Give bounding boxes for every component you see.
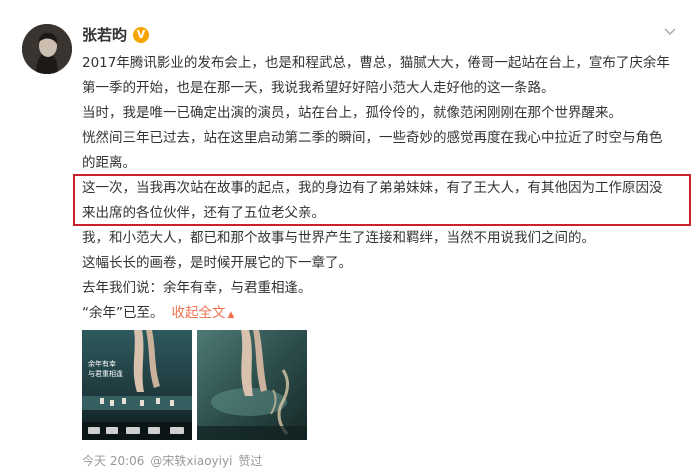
liker-link[interactable]: @宋轶xiaoyiyi (150, 452, 232, 469)
collapse-link-label[interactable]: 收起全文 (172, 305, 226, 321)
paragraph-3: 恍然间三年已过去，站在这里启动第二季的瞬间，一些奇妙的感觉再度在我心中拉近了时空… (82, 130, 663, 171)
last-line: “余年”已至。 (82, 305, 164, 321)
post-footer: 今天 20:06 @宋轶xiaoyiyi 赞过 (82, 452, 262, 469)
author-name[interactable]: 张若昀 (82, 24, 127, 45)
image-thumb-1[interactable]: 余年有幸 与君重相逢 (82, 330, 192, 440)
paragraph-7: 去年我们说：余年有幸，与君重相逢。 (82, 280, 312, 296)
chevron-down-icon[interactable] (662, 24, 678, 40)
caret-up-icon: ▲ (227, 310, 235, 320)
author-name-row: 张若昀 V (82, 24, 150, 45)
paragraph-last: “余年”已至。 收起全文 ▲ (82, 301, 672, 328)
author-avatar[interactable] (22, 24, 72, 74)
verified-badge-icon: V (133, 26, 150, 43)
highlight-box (73, 174, 691, 226)
paragraph-6: 这幅长长的画卷，是时候开展它的下一章了。 (82, 255, 352, 271)
paragraph-1: 2017年腾讯影业的发布会上，也是和程武总，曹总，猫腻大大，倦哥一起站在台上，宣… (82, 55, 670, 96)
liked-label: 赞过 (238, 454, 263, 468)
paragraph-2: 当时，我是唯一已确定出演的演员，站在台上，孤伶伶的，就像范闲刚刚在那个世界醒来。 (82, 105, 622, 121)
weibo-post-card: 张若昀 V 2017年腾讯影业的发布会上，也是和程武总，曹总，猫腻大大，倦哥一起… (0, 0, 696, 470)
collapse-link[interactable]: 收起全文 ▲ (172, 305, 235, 321)
poster-1-text-line-2: 与君重相逢 (88, 369, 123, 378)
paragraph-5: 我，和小范大人，都已和那个故事与世界产生了连接和羁绊，当然不用说我们之间的。 (82, 230, 595, 246)
image-thumb-2[interactable] (197, 330, 307, 440)
image-grid: 余年有幸 与君重相逢 (82, 330, 307, 440)
post-time[interactable]: 今天 20:06 (82, 452, 144, 469)
poster-1-text-line-1: 余年有幸 (88, 359, 116, 368)
